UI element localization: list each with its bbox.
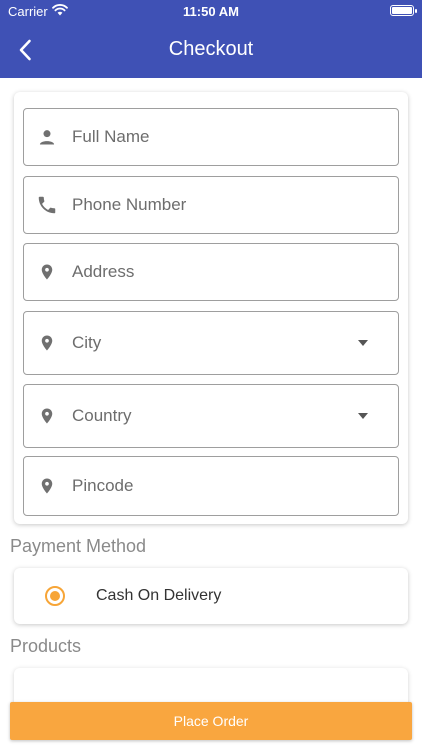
country-dropdown[interactable]: Country bbox=[23, 384, 399, 448]
products-heading: Products bbox=[10, 636, 82, 656]
city-dropdown[interactable]: City bbox=[23, 311, 399, 375]
app-header: Carrier 11:50 AM Checkout bbox=[0, 0, 422, 78]
pincode-placeholder: Pincode bbox=[72, 476, 134, 495]
full-name-placeholder: Full Name bbox=[72, 127, 150, 146]
shipping-form-card: Full Name Phone Number Address City Coun… bbox=[14, 92, 408, 524]
location-pin-icon bbox=[36, 332, 58, 354]
address-placeholder: Address bbox=[72, 262, 135, 281]
full-name-field[interactable]: Full Name bbox=[23, 108, 399, 166]
caret-down-icon bbox=[358, 340, 368, 346]
phone-number-placeholder: Phone Number bbox=[72, 195, 187, 214]
caret-down-icon bbox=[358, 413, 368, 419]
phone-icon bbox=[36, 194, 58, 216]
battery-icon bbox=[390, 5, 417, 16]
status-bar: Carrier 11:50 AM bbox=[0, 0, 422, 22]
page-title: Checkout bbox=[168, 38, 254, 60]
cash-on-delivery-option[interactable]: Cash On Delivery bbox=[14, 568, 408, 624]
country-placeholder: Country bbox=[72, 406, 132, 425]
radio-selected-icon[interactable] bbox=[45, 586, 65, 606]
location-pin-icon bbox=[36, 261, 58, 283]
status-time: 11:50 AM bbox=[183, 4, 239, 19]
address-field[interactable]: Address bbox=[23, 243, 399, 301]
pincode-field[interactable]: Pincode bbox=[23, 456, 399, 516]
phone-number-field[interactable]: Phone Number bbox=[23, 176, 399, 234]
person-icon bbox=[36, 126, 58, 148]
place-order-button[interactable]: Place Order bbox=[10, 702, 412, 740]
location-pin-icon bbox=[36, 405, 58, 427]
city-placeholder: City bbox=[72, 333, 102, 352]
payment-option-label: Cash On Delivery bbox=[96, 587, 222, 604]
payment-method-heading: Payment Method bbox=[10, 536, 147, 556]
location-pin-icon bbox=[36, 475, 58, 497]
